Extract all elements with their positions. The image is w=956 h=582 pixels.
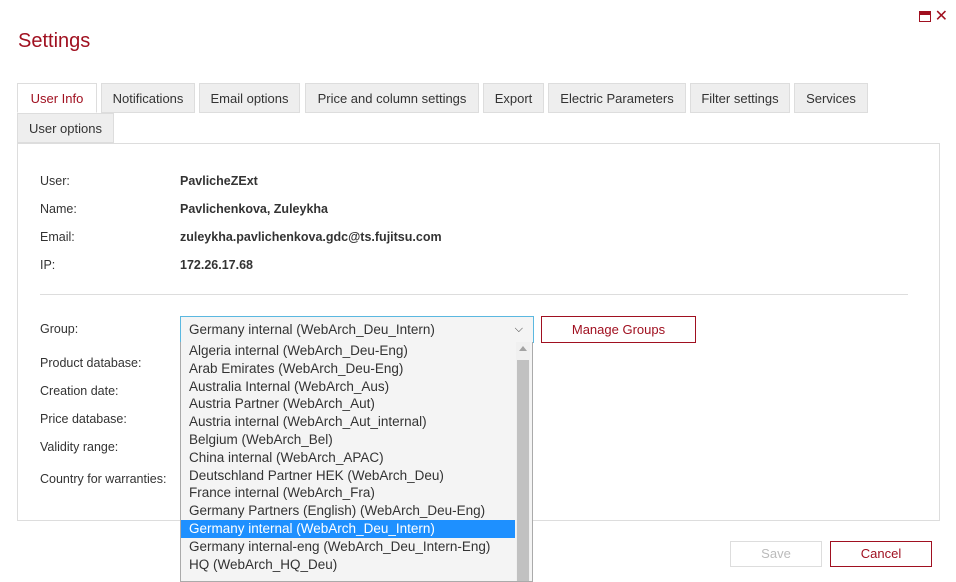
tab-notifications[interactable]: Notifications [101,83,195,113]
manage-groups-button[interactable]: Manage Groups [541,316,696,343]
tab-export[interactable]: Export [483,83,544,113]
tab-email-options[interactable]: Email options [199,83,300,113]
user-label: User: [40,174,70,188]
country-warranties-label: Country for warranties: [40,472,167,486]
dropdown-option[interactable]: Belgium (WebArch_Bel) [181,431,515,449]
ip-value: 172.26.17.68 [180,258,253,272]
ip-label: IP: [40,258,56,272]
product-database-label: Product database: [40,356,142,370]
scroll-up-icon[interactable] [519,346,527,351]
tab-user-options[interactable]: User options [17,113,114,143]
maximize-icon[interactable] [918,10,931,22]
group-dropdown-list[interactable]: Algeria internal (WebArch_Deu-Eng) Arab E… [180,342,533,582]
tab-price-column-settings[interactable]: Price and column settings [305,83,479,113]
dropdown-option[interactable]: Austria Partner (WebArch_Aut) [181,395,515,413]
dropdown-option[interactable]: Deutschland Partner HEK (WebArch_Deu) [181,467,515,485]
dropdown-option[interactable]: Austria internal (WebArch_Aut_internal) [181,413,515,431]
page-title: Settings [18,30,91,52]
dropdown-option[interactable]: Germany internal-eng (WebArch_Deu_Intern… [181,538,515,556]
tab-services[interactable]: Services [794,83,868,113]
group-label: Group: [40,322,79,336]
dropdown-option[interactable]: Germany internal (WebArch_Deu_Intern) [181,519,515,538]
window-controls: ✕ [918,6,948,26]
dropdown-option[interactable]: HQ (WebArch_HQ_Deu) [181,556,515,574]
validity-range-label: Validity range: [40,440,119,454]
scrollbar-thumb[interactable] [517,360,529,581]
dropdown-option[interactable]: China internal (WebArch_APAC) [181,449,515,467]
email-value: zuleykha.pavlichenkova.gdc@ts.fujitsu.co… [180,230,442,244]
cancel-button[interactable]: Cancel [830,541,932,567]
email-label: Email: [40,230,75,244]
user-value: PavlicheZExt [180,174,258,188]
tab-user-info[interactable]: User Info [17,83,97,113]
dropdown-option[interactable]: Arab Emirates (WebArch_Deu-Eng) [181,360,515,378]
creation-date-label: Creation date: [40,384,119,398]
name-value: Pavlichenkova, Zuleykha [180,202,328,216]
chevron-down-icon: ⌵ [514,323,523,335]
tab-filter-settings[interactable]: Filter settings [690,83,790,113]
price-database-label: Price database: [40,412,127,426]
group-select[interactable]: Germany internal (WebArch_Deu_Intern) ⌵ [180,316,534,343]
dropdown-option[interactable]: Australia Internal (WebArch_Aus) [181,378,515,396]
dropdown-option[interactable]: Algeria internal (WebArch_Deu-Eng) [181,342,515,360]
dropdown-option[interactable]: France internal (WebArch_Fra) [181,484,515,502]
save-button[interactable]: Save [730,541,822,567]
scrollbar[interactable] [516,342,530,581]
group-select-value: Germany internal (WebArch_Deu_Intern) [189,322,435,337]
dropdown-option[interactable]: Germany Partners (English) (WebArch_Deu-… [181,502,515,520]
divider [40,294,908,295]
tab-electric-parameters[interactable]: Electric Parameters [548,83,686,113]
name-label: Name: [40,202,77,216]
close-icon[interactable]: ✕ [935,6,948,26]
